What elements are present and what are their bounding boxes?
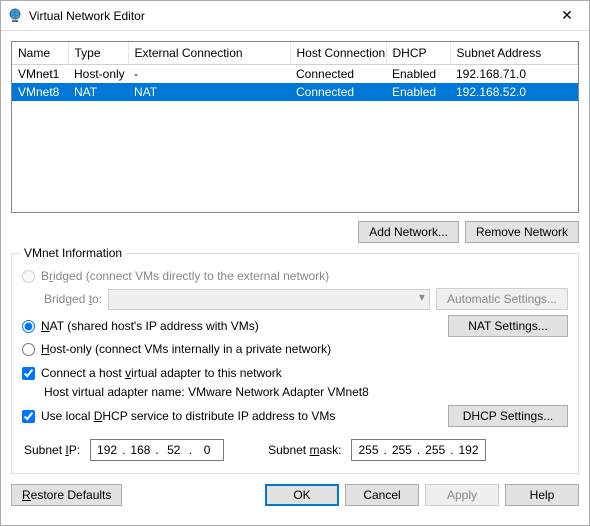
ok-button[interactable]: OK [265, 484, 339, 506]
bridged-to-label: Bridged to: [44, 292, 102, 306]
apply-button: Apply [425, 484, 499, 506]
col-subnet[interactable]: Subnet Address [450, 42, 578, 65]
cancel-button[interactable]: Cancel [345, 484, 419, 506]
subnet-ip-input[interactable]: 192. 168. 52. 0 [90, 439, 224, 461]
connect-host-checkbox[interactable] [22, 367, 35, 380]
cell-subnet: 192.168.71.0 [450, 65, 578, 84]
use-dhcp-checkbox-label[interactable]: Use local DHCP service to distribute IP … [22, 409, 335, 423]
table-row[interactable]: VMnet1 Host-only - Connected Enabled 192… [12, 65, 578, 84]
window-title: Virtual Network Editor [29, 9, 545, 23]
col-dhcp[interactable]: DHCP [386, 42, 450, 65]
col-external[interactable]: External Connection [128, 42, 290, 65]
restore-defaults-button[interactable]: Restore Defaults [11, 484, 122, 506]
subnet-ip-label: Subnet IP: [24, 443, 80, 457]
help-button[interactable]: Help [505, 484, 579, 506]
hostonly-radio[interactable] [22, 343, 35, 356]
cell-name: VMnet8 [12, 83, 68, 101]
close-button[interactable]: ✕ [545, 1, 589, 31]
cell-external: - [128, 65, 290, 84]
col-name[interactable]: Name [12, 42, 68, 65]
dhcp-settings-button[interactable]: DHCP Settings... [448, 405, 568, 427]
group-legend: VMnet Information [20, 246, 126, 260]
automatic-settings-button: Automatic Settings... [436, 288, 568, 310]
app-icon [7, 8, 23, 24]
connect-host-checkbox-label[interactable]: Connect a host virtual adapter to this n… [22, 366, 282, 380]
bridged-radio-label[interactable]: Bridged (connect VMs directly to the ext… [22, 269, 329, 283]
host-adapter-name: Host virtual adapter name: VMware Networ… [22, 385, 568, 399]
cell-type: Host-only [68, 65, 128, 84]
hostonly-radio-label[interactable]: Host-only (connect VMs internally in a p… [22, 342, 331, 356]
cell-name: VMnet1 [12, 65, 68, 84]
cell-host: Connected [290, 83, 386, 101]
bridged-radio[interactable] [22, 270, 35, 283]
col-type[interactable]: Type [68, 42, 128, 65]
cell-external: NAT [128, 83, 290, 101]
remove-network-button[interactable]: Remove Network [465, 221, 579, 243]
nat-radio-label[interactable]: NAT (shared host's IP address with VMs) [22, 319, 259, 333]
cell-dhcp: Enabled [386, 65, 450, 84]
use-dhcp-checkbox[interactable] [22, 410, 35, 423]
cell-dhcp: Enabled [386, 83, 450, 101]
bridged-to-select [108, 289, 430, 310]
table-row[interactable]: VMnet8 NAT NAT Connected Enabled 192.168… [12, 83, 578, 101]
table-header-row: Name Type External Connection Host Conne… [12, 42, 578, 65]
subnet-mask-input[interactable]: 255. 255. 255. 192 [351, 439, 485, 461]
nat-settings-button[interactable]: NAT Settings... [448, 315, 568, 337]
cell-type: NAT [68, 83, 128, 101]
network-table[interactable]: Name Type External Connection Host Conne… [11, 41, 579, 213]
cell-subnet: 192.168.52.0 [450, 83, 578, 101]
cell-host: Connected [290, 65, 386, 84]
nat-radio[interactable] [22, 320, 35, 333]
add-network-button[interactable]: Add Network... [358, 221, 459, 243]
col-host[interactable]: Host Connection [290, 42, 386, 65]
titlebar: Virtual Network Editor ✕ [1, 1, 589, 31]
vmnet-information-group: VMnet Information Bridged (connect VMs d… [11, 253, 579, 474]
close-icon: ✕ [561, 7, 573, 24]
subnet-mask-label: Subnet mask: [268, 443, 341, 457]
